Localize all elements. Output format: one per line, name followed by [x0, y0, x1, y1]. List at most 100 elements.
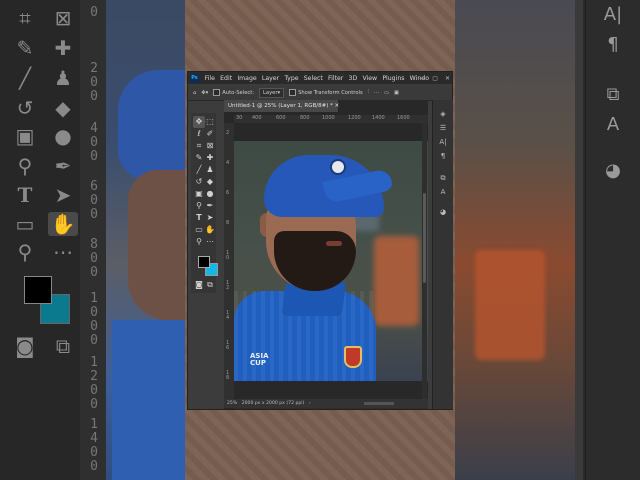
ruler-tick-label: 1600 — [397, 115, 410, 121]
quick-select-icon[interactable]: ✐ — [204, 128, 216, 140]
menu-select[interactable]: Select — [301, 75, 325, 82]
dodge-icon: ⚲ — [17, 154, 33, 178]
jersey-asia-cup-text: ASIA CUP — [250, 352, 269, 367]
menu-file[interactable]: File — [202, 75, 218, 82]
stamp-icon[interactable]: ♟ — [204, 164, 216, 176]
zoomed-photo-right — [455, 0, 580, 480]
foreground-color-swatch[interactable] — [198, 256, 210, 268]
crop-icon: ⌗ — [19, 6, 31, 30]
move-tool-icon[interactable]: ✥▾ — [201, 90, 208, 96]
paragraph-icon[interactable]: ¶ — [437, 152, 449, 160]
vertical-scrollbar[interactable] — [422, 123, 427, 403]
maximize-icon[interactable]: ▢ — [432, 75, 438, 82]
more-tools-icon: ⋯ — [53, 240, 73, 264]
zoomed-ruler-label: 1 2 0 0 — [90, 355, 98, 412]
ruler-tick-label: 600 — [276, 115, 286, 121]
status-arrow-icon[interactable]: › — [309, 401, 311, 406]
frame-icon[interactable]: ⊠ — [204, 140, 216, 152]
character-icon: A| — [603, 4, 623, 25]
player-lip — [326, 241, 342, 246]
auto-select-dropdown[interactable]: Layer ▾ — [259, 87, 285, 98]
document-tab-title: Untitled-1 @ 25% (Layer 1, RGB/8#) * — [228, 103, 333, 109]
healing-brush-icon[interactable]: ✚ — [204, 152, 216, 164]
paths-icon[interactable]: ⧉ — [437, 174, 449, 183]
minimize-icon[interactable]: — — [419, 75, 425, 82]
zoomed-shirt — [112, 320, 185, 480]
align-icon[interactable]: ⫶ — [368, 89, 369, 96]
transform-controls-label: Show Transform Controls — [298, 89, 363, 96]
zoomed-ruler-label: 1 0 0 0 — [90, 291, 98, 348]
path-select-icon[interactable]: ➤ — [204, 212, 216, 224]
paths-icon: ⧉ — [606, 84, 620, 105]
workspace-icon[interactable]: ▣ — [394, 90, 399, 96]
right-panel-dock: ◈ ☰ A| ¶ ⧉ A ◕ — [432, 100, 453, 409]
3d-mode-icon[interactable]: ▭ — [384, 90, 389, 96]
document-size: 2000 px x 2000 px (72 ppi) — [241, 401, 305, 406]
home-icon[interactable]: ⌂ — [193, 90, 196, 96]
zoom-level[interactable]: 25% — [227, 401, 237, 406]
eraser-icon: ◆ — [55, 96, 71, 120]
ruler-tick-label: 1400 — [372, 115, 385, 121]
adjustments-icon[interactable]: ☰ — [437, 124, 449, 132]
pen-icon: ✒ — [54, 154, 72, 178]
eyedropper-icon: ✎ — [16, 36, 34, 60]
blur-icon[interactable]: ● — [204, 188, 216, 200]
zoomed-orange-blur — [475, 250, 545, 360]
ruler-tick-label: 1200 — [348, 115, 361, 121]
layers-icon[interactable]: ◈ — [437, 110, 449, 118]
menu-3d[interactable]: 3D — [346, 75, 360, 82]
history-brush-icon: ↺ — [16, 96, 34, 120]
more-tools-icon[interactable]: ⋯ — [204, 236, 216, 248]
zoomed-ruler-label: 0 — [90, 5, 98, 20]
brush-icon: ╱ — [18, 66, 32, 90]
status-bar: 25% 2000 px x 2000 px (72 ppi) › — [224, 399, 428, 408]
marquee-icon[interactable]: ⬚ — [204, 116, 216, 128]
frame-icon: ⊠ — [54, 6, 72, 30]
eraser-icon[interactable]: ◆ — [204, 176, 216, 188]
auto-select-checkbox[interactable]: Auto-Select: — [213, 89, 254, 96]
menu-edit[interactable]: Edit — [218, 75, 235, 82]
tab-close-icon[interactable]: ✕ — [335, 103, 340, 109]
background-orange-blur — [374, 236, 419, 326]
auto-select-label: Auto-Select: — [222, 89, 255, 96]
menu-filter[interactable]: Filter — [325, 75, 346, 82]
transform-controls-checkbox[interactable]: Show Transform Controls — [289, 89, 363, 96]
menu-type[interactable]: Type — [282, 75, 301, 82]
screen-mode-icon: ⧉ — [55, 334, 71, 358]
menu-bar: Ps File Edit Image Layer Type Select Fil… — [188, 72, 452, 84]
color-icon[interactable]: ◕ — [437, 208, 449, 216]
distribute-icon[interactable]: ⋯ — [374, 90, 379, 96]
path-select-icon: ➤ — [54, 183, 72, 207]
menu-image[interactable]: Image — [235, 75, 260, 82]
character-icon[interactable]: A| — [437, 138, 449, 146]
pen-icon[interactable]: ✒ — [204, 200, 216, 212]
ruler-tick-label: 1 4 — [226, 310, 230, 321]
checkbox-box — [213, 89, 221, 96]
menu-layer[interactable]: Layer — [259, 75, 281, 82]
ruler-tick-label: 30 — [236, 115, 243, 121]
menu-plugins[interactable]: Plugins — [380, 75, 407, 82]
glyphs-icon[interactable]: A — [437, 188, 449, 196]
ruler-tick-label: 1 6 — [226, 340, 230, 351]
glyphs-icon: A — [606, 114, 620, 135]
cap-badge — [330, 159, 346, 175]
paragraph-icon: ¶ — [607, 34, 619, 55]
canvas[interactable]: ASIA CUP — [234, 123, 428, 403]
status-scroll[interactable] — [364, 402, 394, 405]
document-tab[interactable]: Untitled-1 @ 25% (Layer 1, RGB/8#) * ✕ — [224, 100, 339, 112]
close-icon[interactable]: ✕ — [445, 75, 450, 82]
type-icon: T — [17, 183, 33, 207]
zoomed-foreground-swatch — [24, 276, 52, 304]
menu-view[interactable]: View — [360, 75, 380, 82]
color-icon: ◕ — [605, 160, 621, 181]
screen-mode-icon[interactable]: ⧉ — [204, 279, 216, 291]
auto-select-value: Layer — [263, 89, 278, 96]
background-left-zoomed: ⌗ ⊠ ✎ ✚ ╱ ♟ ↺ ◆ ▣ ● ⚲ ✒ T ➤ ▭ ✋ ⚲ ⋯ ◙ ⧉ … — [0, 0, 185, 480]
ruler-tick-label: 4 — [226, 160, 230, 166]
hand-icon[interactable]: ✋ — [204, 224, 216, 236]
gradient-icon: ▣ — [15, 124, 35, 148]
scroll-thumb[interactable] — [423, 193, 426, 283]
ruler-tick-label: 1 8 — [226, 370, 230, 381]
photoshop-window: Ps File Edit Image Layer Type Select Fil… — [187, 71, 453, 410]
hand-icon: ✋ — [48, 212, 78, 236]
